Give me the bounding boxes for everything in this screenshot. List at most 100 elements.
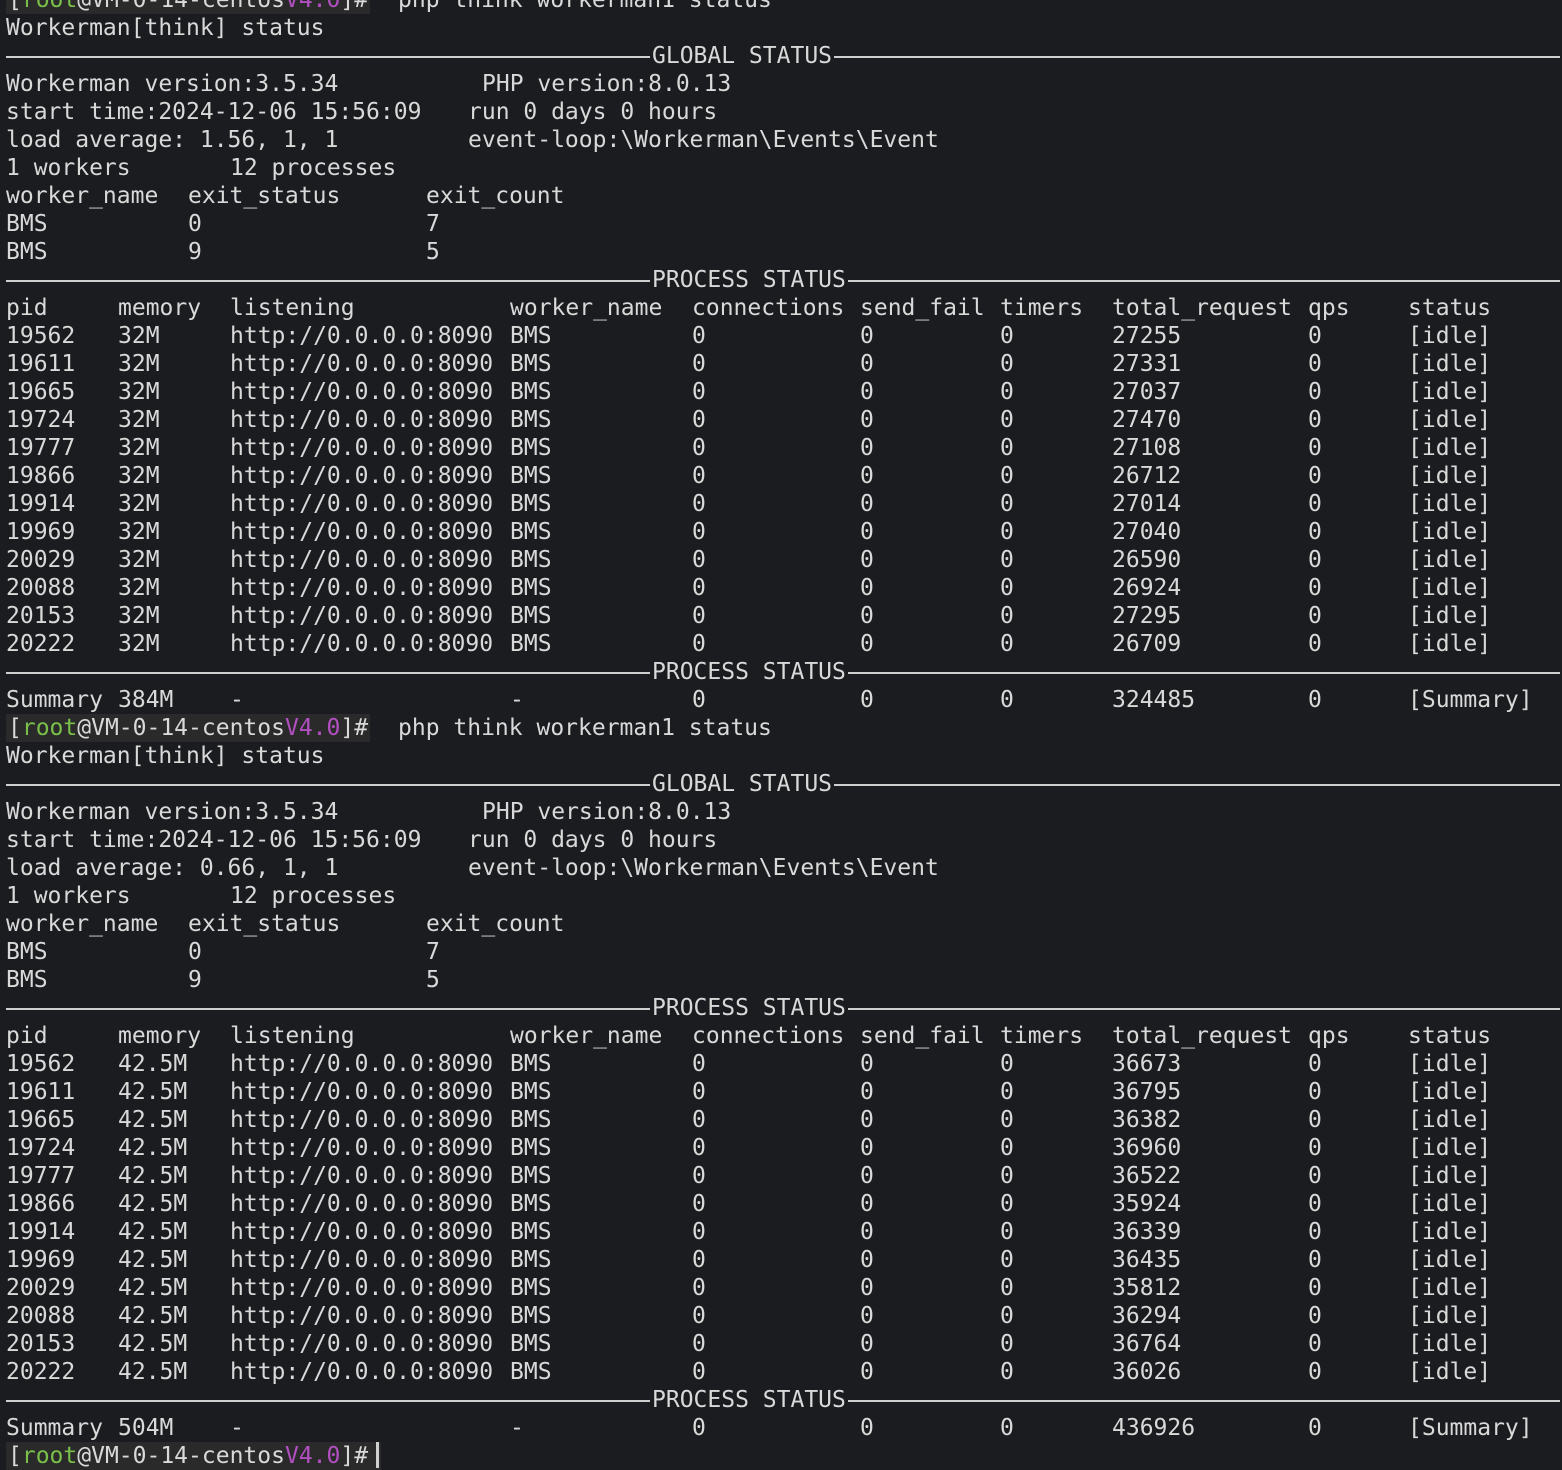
terminal-output[interactable]: [root@VM-0-14-centosV4.0]# php think work… — [0, 0, 1562, 1470]
timers-cell: 0 — [1000, 351, 1014, 377]
total-request-cell: 36960 — [1112, 1135, 1182, 1161]
send-fail-cell: 0 — [860, 379, 874, 405]
command-text: php think workerman1 status — [398, 715, 772, 741]
pid-cell: 19665 — [6, 379, 76, 405]
worker-name-cell: BMS — [510, 1051, 552, 1077]
process-column-header: listening — [230, 1023, 355, 1049]
memory-cell: 42.5M — [118, 1359, 188, 1385]
pid-cell: 19724 — [6, 1135, 76, 1161]
status-cell: [idle] — [1408, 1303, 1492, 1329]
process-column-header: worker_name — [510, 295, 663, 321]
memory-cell: 42.5M — [118, 1247, 188, 1273]
memory-cell: 42.5M — [118, 1135, 188, 1161]
timers-cell: 0 — [1000, 575, 1014, 601]
total-request-cell: 36382 — [1112, 1107, 1182, 1133]
status-cell: [idle] — [1408, 1107, 1492, 1133]
process-row: 19562 32M http://0.0.0.0:8090 BMS 0 0 0 27255 0 [… — [0, 322, 1562, 350]
memory-cell: 42.5M — [118, 1191, 188, 1217]
status-cell: [idle] — [1408, 1359, 1492, 1385]
load-line: load average: 0.66, 1, 1 event-loop:\Work… — [0, 854, 1562, 882]
prompt-close: ]# — [340, 715, 369, 741]
send-fail-cell: 0 — [860, 1191, 874, 1217]
process-column-header: total_request — [1112, 1023, 1293, 1049]
memory-cell: 32M — [118, 491, 160, 517]
status-cell: [idle] — [1408, 1219, 1492, 1245]
process-column-header: connections — [692, 1023, 845, 1049]
process-row: 19969 32M http://0.0.0.0:8090 BMS 0 0 0 27040 0 [… — [0, 518, 1562, 546]
timers-cell: 0 — [1000, 1303, 1014, 1329]
status-title: Workerman[think] status — [6, 743, 325, 769]
status-cell: [idle] — [1408, 351, 1492, 377]
send-fail-cell: 0 — [860, 1275, 874, 1301]
exit-column-header: worker_name — [6, 183, 159, 209]
qps-cell: 0 — [1308, 1079, 1322, 1105]
time-line: start time:2024-12-06 15:56:09 run 0 days… — [0, 98, 1562, 126]
worker-name-cell: BMS — [510, 351, 552, 377]
total-request-cell: 27040 — [1112, 519, 1182, 545]
status-cell: [idle] — [1408, 603, 1492, 629]
send-fail-cell: 0 — [860, 519, 874, 545]
prompt-line: [root@VM-0-14-centosV4.0]# — [0, 1442, 1562, 1470]
worker-name-cell: BMS — [510, 1275, 552, 1301]
listening-cell: http://0.0.0.0:8090 — [230, 1303, 494, 1329]
send-fail-cell: 0 — [860, 1135, 874, 1161]
listening-cell: http://0.0.0.0:8090 — [230, 435, 494, 461]
timers-cell: 0 — [1000, 1135, 1014, 1161]
send-fail-cell: 0 — [860, 631, 874, 657]
pid-cell: 19611 — [6, 1079, 76, 1105]
prompt-host: @VM-0-14-centos — [77, 0, 285, 13]
worker-name-cell: BMS — [510, 435, 552, 461]
exit-status-cell: 9 — [188, 239, 202, 265]
process-column-header: timers — [1000, 1023, 1084, 1049]
connections-cell: 0 — [692, 575, 706, 601]
timers-cell: 0 — [1000, 1359, 1014, 1385]
worker-name-cell: BMS — [510, 1359, 552, 1385]
summary-row: Summary 384M - - 0 0 0 324485 0 [Summary] — [0, 686, 1562, 714]
listening-cell: http://0.0.0.0:8090 — [230, 1163, 494, 1189]
total-request-cell: 26590 — [1112, 547, 1182, 573]
exit-count-cell: 7 — [426, 211, 440, 237]
prompt-user: root — [21, 715, 78, 741]
worker-name-cell: BMS — [510, 463, 552, 489]
pid-cell: 19665 — [6, 1107, 76, 1133]
process-row: 20153 42.5M http://0.0.0.0:8090 BMS 0 0 0 36764… — [0, 1330, 1562, 1358]
pid-cell: 19866 — [6, 1191, 76, 1217]
connections-cell: 0 — [692, 631, 706, 657]
memory-cell: 42.5M — [118, 1303, 188, 1329]
timers-cell: 0 — [1000, 1191, 1014, 1217]
send-fail-cell: 0 — [860, 351, 874, 377]
summary-cell: [Summary] — [1408, 687, 1533, 713]
listening-cell: http://0.0.0.0:8090 — [230, 1051, 494, 1077]
time-line: start time:2024-12-06 15:56:09 run 0 days… — [0, 826, 1562, 854]
pid-cell: 19562 — [6, 323, 76, 349]
prompt-open: [ — [8, 1443, 22, 1469]
connections-cell: 0 — [692, 435, 706, 461]
send-fail-cell: 0 — [860, 547, 874, 573]
listening-cell: http://0.0.0.0:8090 — [230, 379, 494, 405]
connections-cell: 0 — [692, 547, 706, 573]
worker-name-cell: BMS — [6, 939, 48, 965]
pid-cell: 19969 — [6, 519, 76, 545]
listening-cell: http://0.0.0.0:8090 — [230, 1079, 494, 1105]
status-cell: [idle] — [1408, 1331, 1492, 1357]
summary-cell: - — [230, 687, 244, 713]
total-request-cell: 36339 — [1112, 1219, 1182, 1245]
connections-cell: 0 — [692, 1079, 706, 1105]
connections-cell: 0 — [692, 519, 706, 545]
process-row: 19777 42.5M http://0.0.0.0:8090 BMS 0 0 0 36522… — [0, 1162, 1562, 1190]
send-fail-cell: 0 — [860, 1359, 874, 1385]
qps-cell: 0 — [1308, 1163, 1322, 1189]
timers-cell: 0 — [1000, 1107, 1014, 1133]
start-time: start time:2024-12-06 15:56:09 — [6, 99, 422, 125]
memory-cell: 32M — [118, 519, 160, 545]
status-cell: [idle] — [1408, 1247, 1492, 1273]
event-loop: event-loop:\Workerman\Events\Event — [468, 855, 939, 881]
summary-cell: 504M — [118, 1415, 174, 1441]
exit-column-header: exit_count — [426, 183, 565, 209]
qps-cell: 0 — [1308, 1135, 1322, 1161]
worker-name-cell: BMS — [510, 1303, 552, 1329]
process-column-header: status — [1408, 1023, 1492, 1049]
process-column-header: memory — [118, 295, 202, 321]
processes-count: 12 processes — [230, 883, 397, 909]
listening-cell: http://0.0.0.0:8090 — [230, 631, 494, 657]
